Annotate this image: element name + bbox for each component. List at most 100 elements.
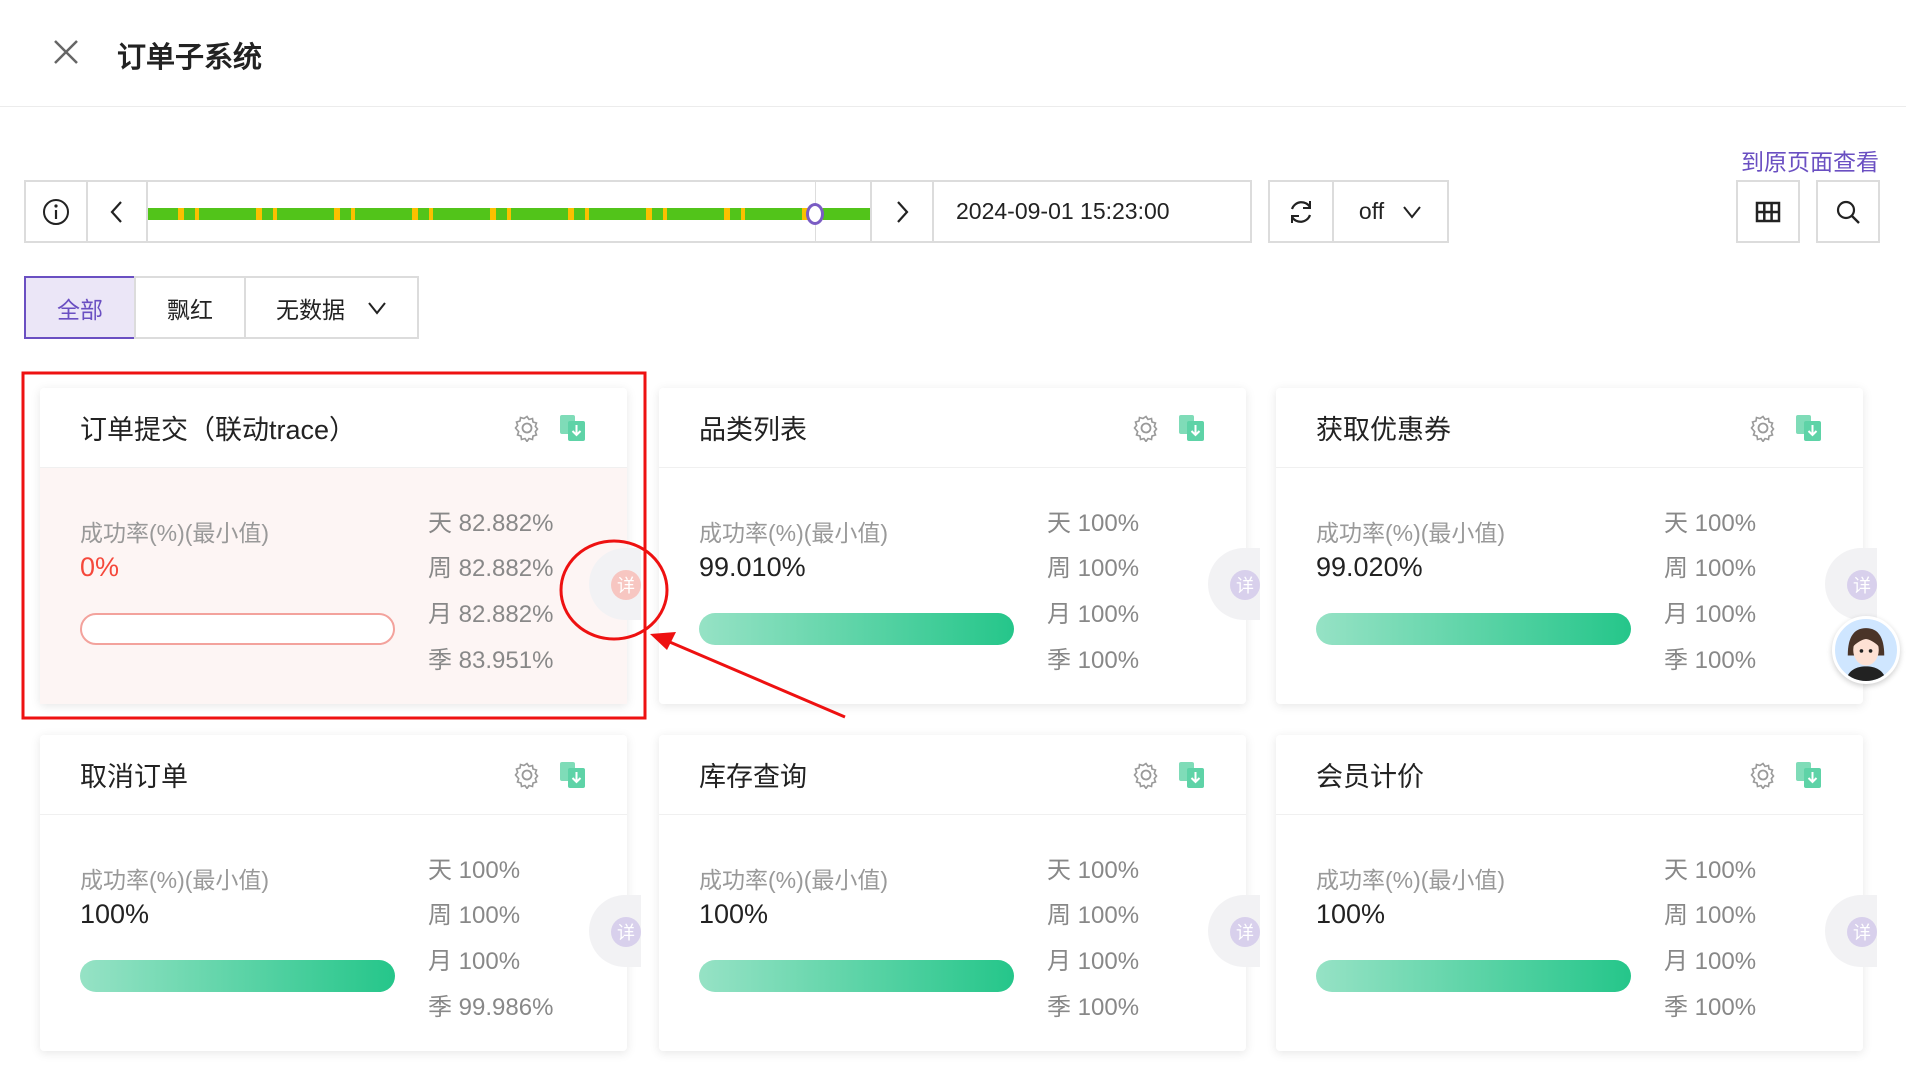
card-header: 订单提交（联动trace） [40, 388, 627, 468]
card-body: 成功率(%)(最小值) 0% 天 82.882% 周 82.882% 月 82.88… [40, 468, 641, 704]
filter-tab-label: 飘红 [167, 296, 213, 323]
copy-download-icon[interactable] [1178, 761, 1206, 789]
card-header: 库存查询 [659, 735, 1246, 815]
detail-button[interactable]: 详 [611, 917, 641, 947]
gear-icon[interactable] [1132, 761, 1160, 789]
copy-download-icon[interactable] [559, 414, 587, 442]
timeline-track[interactable] [148, 208, 870, 220]
period-stat: 周 82.882% [428, 555, 554, 582]
detail-button[interactable]: 详 [1230, 917, 1260, 947]
metric-value: 100% [80, 899, 150, 929]
page-title: 订单子系统 [117, 42, 263, 74]
period-stat: 周 100% [1664, 555, 1757, 582]
auto-refresh-value: off [1358, 198, 1385, 224]
metric-card: 库存查询 成功率(%)(最小值) 100% 天 100% 周 100% 月 100%… [659, 735, 1260, 1051]
metric-card: 订单提交（联动trace） 成功率(%)(最小值) 0% 天 82.882% 周 … [40, 388, 641, 704]
detail-tab[interactable]: 详 [589, 548, 641, 620]
next-button[interactable] [870, 180, 934, 243]
datetime-picker[interactable]: 2024-09-01 15:23:00 [932, 180, 1252, 243]
period-stat: 月 82.882% [428, 601, 554, 628]
progress-bar [1316, 613, 1631, 645]
metric-value: 99.020% [1316, 552, 1423, 582]
period-stat: 天 100% [428, 857, 521, 884]
refresh-icon [1290, 200, 1312, 223]
copy-download-icon[interactable] [1178, 414, 1206, 442]
card-title: 会员计价 [1316, 762, 1424, 792]
gear-icon[interactable] [1749, 414, 1777, 442]
card-body: 成功率(%)(最小值) 99.010% 天 100% 周 100% 月 100% 季 … [659, 468, 1260, 704]
chevron-down-icon [1403, 205, 1421, 219]
card-header: 取消订单 [40, 735, 627, 815]
close-icon[interactable] [50, 36, 82, 68]
prev-button[interactable] [86, 180, 148, 243]
period-stat: 季 99.986% [428, 994, 554, 1021]
detail-button[interactable]: 详 [611, 570, 641, 600]
grid-view-button[interactable] [1736, 180, 1800, 243]
card-header: 品类列表 [659, 388, 1246, 468]
filter-tab-no-data[interactable]: 无数据 [244, 276, 419, 339]
detail-tab[interactable]: 详 [1825, 548, 1877, 620]
period-stat: 月 100% [1664, 948, 1757, 975]
chevron-right-icon [897, 200, 909, 223]
metric-value: 0% [80, 552, 120, 582]
filter-tab-red[interactable]: 飘红 [134, 276, 246, 339]
detail-tab[interactable]: 详 [1208, 895, 1260, 967]
period-stat: 周 100% [1664, 902, 1757, 929]
copy-download-icon[interactable] [559, 761, 587, 789]
metric-card: 品类列表 成功率(%)(最小值) 99.010% 天 100% 周 100% 月 1… [659, 388, 1260, 704]
period-stat: 天 100% [1047, 510, 1140, 537]
search-icon [1836, 200, 1860, 224]
header: 订单子系统 [0, 0, 1906, 107]
metric-label: 成功率(%)(最小值) [80, 520, 270, 546]
period-stat: 周 100% [428, 902, 521, 929]
gear-icon[interactable] [1132, 414, 1160, 442]
period-stat: 天 82.882% [428, 510, 554, 537]
period-stat: 月 100% [1047, 601, 1140, 628]
detail-button[interactable]: 详 [1847, 917, 1877, 947]
gear-icon[interactable] [513, 761, 541, 789]
copy-download-icon[interactable] [1795, 414, 1823, 442]
grid-icon [1755, 201, 1781, 222]
metric-label: 成功率(%)(最小值) [1316, 867, 1506, 893]
detail-tab[interactable]: 详 [589, 895, 641, 967]
metric-card: 获取优惠券 成功率(%)(最小值) 99.020% 天 100% 周 100% 月 … [1276, 388, 1877, 704]
detail-button[interactable]: 详 [1847, 570, 1877, 600]
detail-button[interactable]: 详 [1230, 570, 1260, 600]
card-title: 获取优惠券 [1316, 415, 1451, 445]
timeline-handle[interactable] [806, 203, 825, 225]
detail-tab[interactable]: 详 [1208, 548, 1260, 620]
metric-label: 成功率(%)(最小值) [699, 867, 889, 893]
copy-download-icon[interactable] [1795, 761, 1823, 789]
period-stat: 天 100% [1664, 857, 1757, 884]
period-stat: 季 100% [1047, 994, 1140, 1021]
period-stat: 月 100% [428, 948, 521, 975]
progress-bar [1316, 960, 1631, 992]
period-stat: 天 100% [1664, 510, 1757, 537]
period-stat: 季 83.951% [428, 647, 554, 674]
gear-icon[interactable] [513, 414, 541, 442]
period-stat: 季 100% [1664, 647, 1757, 674]
filter-tab-label: 全部 [57, 296, 103, 323]
detail-tab[interactable]: 详 [1825, 895, 1877, 967]
gear-icon[interactable] [1749, 761, 1777, 789]
metric-label: 成功率(%)(最小值) [80, 867, 270, 893]
card-title: 库存查询 [699, 762, 807, 792]
timeline-slider[interactable] [146, 180, 872, 243]
card-body: 成功率(%)(最小值) 100% 天 100% 周 100% 月 100% 季 100… [1276, 815, 1877, 1051]
datetime-value: 2024-09-01 15:23:00 [956, 198, 1170, 224]
assistant-avatar[interactable] [1832, 616, 1900, 684]
metric-value: 99.010% [699, 552, 806, 582]
card-title: 品类列表 [699, 415, 807, 445]
auto-refresh-select[interactable]: off [1332, 180, 1449, 243]
chevron-left-icon [110, 200, 122, 223]
refresh-button[interactable] [1268, 180, 1334, 243]
info-button[interactable] [24, 180, 88, 243]
card-title: 订单提交（联动trace） [80, 415, 357, 445]
open-original-page-link[interactable]: 到原页面查看 [1741, 143, 1879, 177]
search-button[interactable] [1816, 180, 1880, 243]
chevron-down-icon [368, 301, 386, 315]
progress-bar [699, 960, 1014, 992]
metric-card: 会员计价 成功率(%)(最小值) 100% 天 100% 周 100% 月 100%… [1276, 735, 1877, 1051]
filter-tab-all[interactable]: 全部 [24, 276, 136, 339]
metric-value: 100% [699, 899, 769, 929]
